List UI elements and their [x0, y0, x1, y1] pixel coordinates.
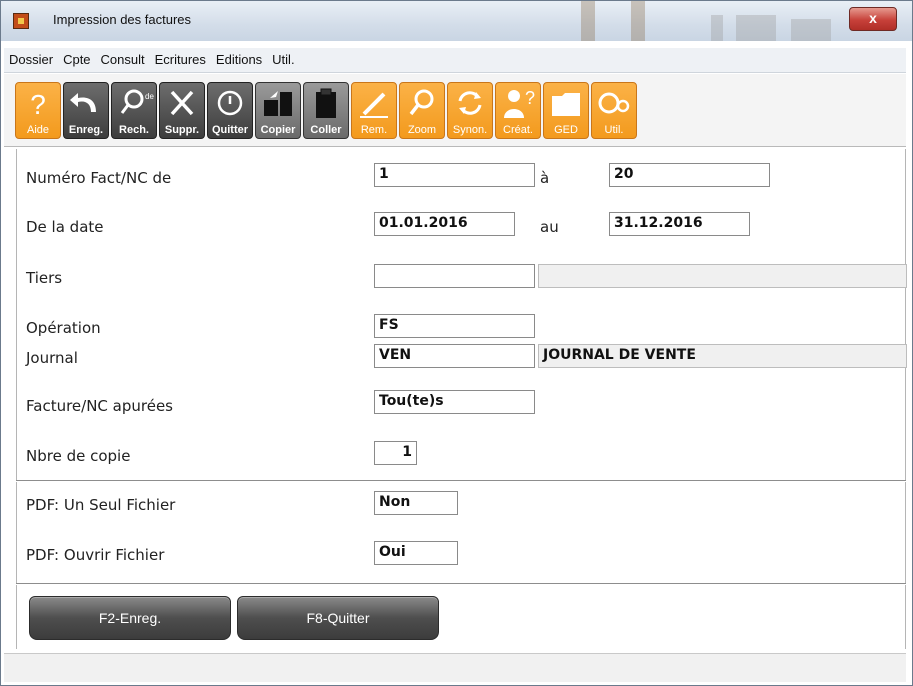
- pdf-open-select[interactable]: Oui: [374, 541, 458, 565]
- menu-item-cpte[interactable]: Cpte: [58, 48, 95, 72]
- tiers-label: Tiers: [26, 269, 63, 287]
- apurees-select[interactable]: Tou(te)s: [374, 390, 535, 414]
- refresh-icon: [458, 91, 482, 115]
- toolbar-button-rem[interactable]: Rem.: [351, 82, 397, 139]
- quit-button[interactable]: F8-Quitter: [237, 596, 439, 640]
- window-title: Impression des factures: [53, 12, 192, 27]
- delete-x-icon: [170, 90, 194, 116]
- svg-text:?: ?: [30, 89, 46, 120]
- toolbar-label: Coller: [310, 124, 342, 136]
- app-window: Impression des factures x Dossier Cpte Con…: [0, 0, 913, 686]
- status-bar: [4, 653, 906, 682]
- date-to-input[interactable]: 31.12.2016: [609, 212, 750, 236]
- toolbar-label: Util.: [604, 124, 624, 136]
- user-create-icon: ?: [504, 88, 535, 118]
- toolbar-label: Copier: [260, 124, 296, 136]
- toolbar-button-copier[interactable]: Copier: [255, 82, 301, 139]
- toolbar-label: Suppr.: [164, 124, 200, 136]
- undo-arrow-icon: [70, 93, 96, 112]
- toolbar-label: Créat.: [503, 124, 533, 136]
- copies-input[interactable]: 1: [374, 441, 417, 465]
- zoom-icon: [409, 89, 434, 116]
- folder-icon: [552, 93, 580, 116]
- search-icon: de: [120, 89, 154, 114]
- toolbar-label: Aide: [26, 124, 50, 136]
- toolbar-label: GED: [554, 124, 578, 136]
- toolbar-button-util[interactable]: Util.: [591, 82, 637, 139]
- numero-to-input[interactable]: 20: [609, 163, 770, 187]
- svg-text:de: de: [145, 92, 154, 101]
- toolbar-button-ged[interactable]: GED: [543, 82, 589, 139]
- help-icon: ?: [30, 89, 46, 120]
- gears-icon: [598, 92, 630, 114]
- toolbar-label: Quitter: [211, 124, 249, 136]
- menu-item-ecritures[interactable]: Ecritures: [150, 48, 211, 72]
- svg-text:?: ?: [525, 88, 535, 108]
- journal-label: Journal: [26, 349, 78, 367]
- toolbar-button-coller[interactable]: Coller: [303, 82, 349, 139]
- toolbar-button-aide[interactable]: ? Aide: [15, 82, 61, 139]
- operation-input[interactable]: FS: [374, 314, 535, 338]
- toolbar: ? Aide Enreg. de Rech. Suppr. Quitter Co…: [4, 74, 906, 147]
- power-icon: [217, 90, 243, 116]
- journal-description: JOURNAL DE VENTE: [538, 344, 907, 368]
- paste-icon: [316, 88, 336, 118]
- toolbar-label: Enreg.: [68, 124, 104, 136]
- toolbar-button-rech[interactable]: de Rech.: [111, 82, 157, 139]
- date-label: De la date: [26, 218, 104, 236]
- menu-item-consult[interactable]: Consult: [96, 48, 150, 72]
- copies-label: Nbre de copie: [26, 447, 131, 465]
- toolbar-button-zoom[interactable]: Zoom: [399, 82, 445, 139]
- toolbar-label: Synon.: [452, 124, 488, 136]
- copy-icon: [264, 91, 292, 116]
- app-icon: [13, 13, 29, 29]
- menu-bar: Dossier Cpte Consult Ecritures Editions Util.: [4, 48, 906, 73]
- form-left-border: [16, 149, 17, 649]
- tiers-description: [538, 264, 907, 288]
- menu-item-dossier[interactable]: Dossier: [4, 48, 58, 72]
- save-button[interactable]: F2-Enreg.: [29, 596, 231, 640]
- date-from-input[interactable]: 01.01.2016: [374, 212, 515, 236]
- numero-to-label: à: [540, 169, 550, 187]
- toolbar-button-quitter[interactable]: Quitter: [207, 82, 253, 139]
- journal-input[interactable]: VEN: [374, 344, 535, 368]
- toolbar-button-suppr[interactable]: Suppr.: [159, 82, 205, 139]
- background-logo-watermark: [581, 1, 831, 41]
- operation-label: Opération: [26, 319, 101, 337]
- toolbar-button-creat[interactable]: ? Créat.: [495, 82, 541, 139]
- toolbar-button-enreg[interactable]: Enreg.: [63, 82, 109, 139]
- toolbar-label: Rem.: [360, 124, 388, 136]
- form-right-border: [905, 149, 906, 649]
- numero-from-input[interactable]: 1: [374, 163, 535, 187]
- date-to-label: au: [540, 218, 559, 236]
- pdf-single-select[interactable]: Non: [374, 491, 458, 515]
- menu-item-editions[interactable]: Editions: [211, 48, 267, 72]
- toolbar-label: Rech.: [119, 124, 149, 136]
- menu-item-util[interactable]: Util.: [267, 48, 299, 72]
- toolbar-label: Zoom: [407, 124, 437, 136]
- apurees-label: Facture/NC apurées: [26, 397, 173, 415]
- numero-label: Numéro Fact/NC de: [26, 169, 172, 187]
- title-bar: Impression des factures x: [1, 1, 912, 41]
- toolbar-button-synon[interactable]: Synon.: [447, 82, 493, 139]
- close-button[interactable]: x: [849, 7, 897, 31]
- section-divider: [16, 480, 906, 482]
- pencil-icon: [360, 92, 388, 118]
- pdf-open-label: PDF: Ouvrir Fichier: [26, 546, 165, 564]
- pdf-single-label: PDF: Un Seul Fichier: [26, 496, 176, 514]
- tiers-input[interactable]: [374, 264, 535, 288]
- section-divider: [16, 583, 906, 585]
